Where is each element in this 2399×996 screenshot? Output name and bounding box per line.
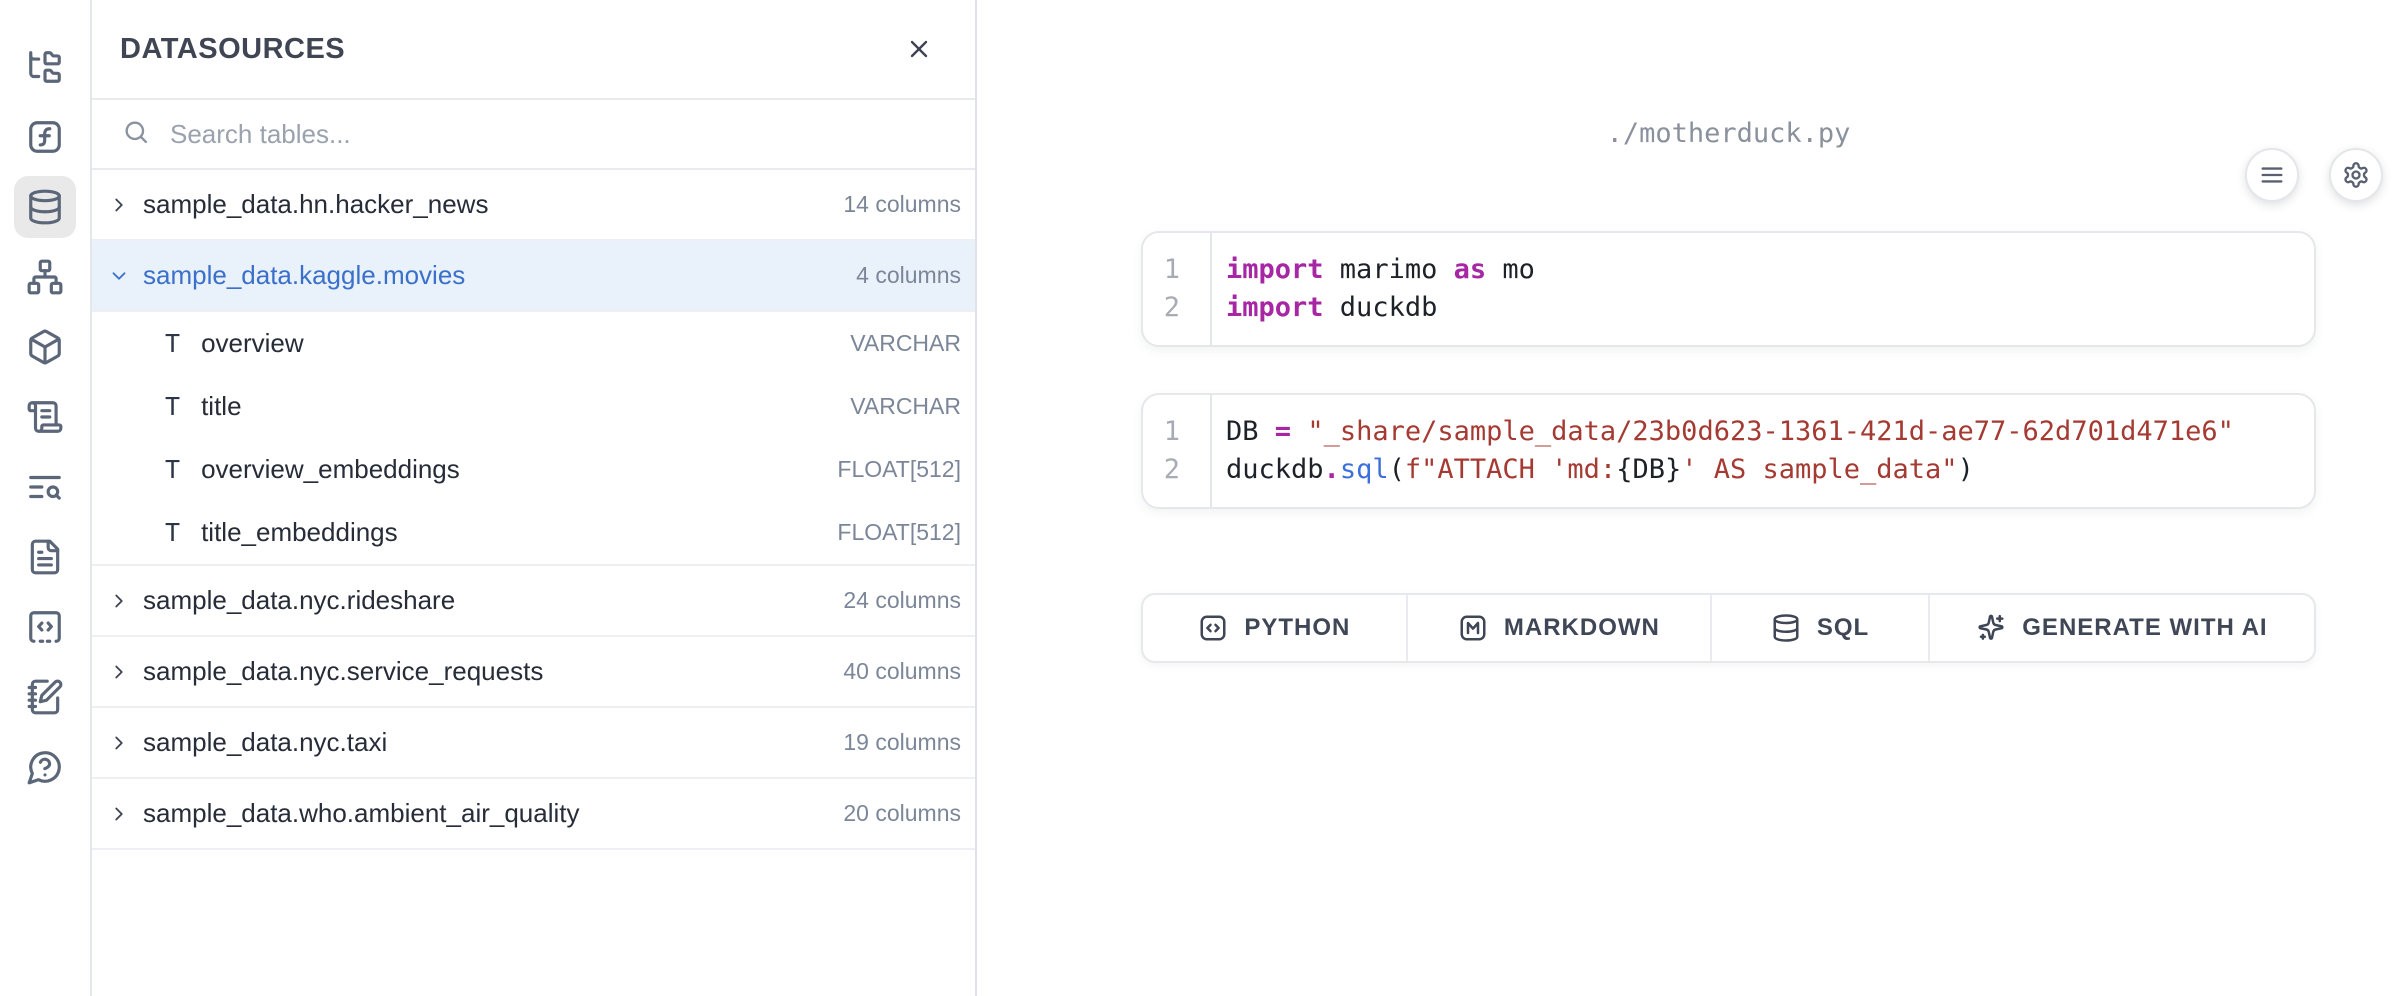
column-type: FLOAT[512] <box>837 519 961 546</box>
line-numbers: 12 <box>1143 395 1212 507</box>
square-m-icon <box>1458 613 1488 643</box>
menu-icon <box>2258 161 2286 189</box>
sidebar-item-scratchpad[interactable] <box>14 666 76 728</box>
column-count: 40 columns <box>843 658 961 685</box>
square-dashed-code-icon <box>26 608 64 646</box>
column-count: 14 columns <box>843 191 961 218</box>
sidebar-item-snippets[interactable] <box>14 596 76 658</box>
table-row[interactable]: sample_data.hn.hacker_news 14 columns <box>92 170 975 241</box>
add-cell-button-label: MARKDOWN <box>1504 614 1660 642</box>
sidebar-item-dependency-graph[interactable] <box>14 246 76 308</box>
table-name: sample_data.nyc.service_requests <box>143 656 543 687</box>
column-type-icon: T <box>165 329 180 358</box>
sidebar-item-variables[interactable] <box>14 106 76 168</box>
function-square-icon <box>26 118 64 156</box>
table-row[interactable]: sample_data.kaggle.movies 4 columns <box>92 241 975 312</box>
close-icon[interactable] <box>905 35 933 63</box>
column-name: title <box>201 391 241 422</box>
column-row[interactable]: T overview VARCHAR <box>92 312 975 375</box>
column-type-icon: T <box>165 392 180 421</box>
table-row[interactable]: sample_data.who.ambient_air_quality 20 c… <box>92 779 975 850</box>
text-search-icon <box>26 468 64 506</box>
database-icon <box>1771 613 1801 643</box>
chevron-right-icon <box>108 194 130 216</box>
chevron-right-icon <box>108 732 130 754</box>
add-cell-markdown-button[interactable]: MARKDOWN <box>1408 595 1712 661</box>
column-count: 24 columns <box>843 587 961 614</box>
datasources-panel: DATASOURCES sample_data.hn.hacker_news 1… <box>92 0 977 996</box>
code-cell[interactable]: 12 DB = "_share/sample_data/23b0d623-136… <box>1141 393 2316 509</box>
code-editor[interactable]: import marimo as mo import duckdb <box>1212 233 1535 345</box>
code-cell[interactable]: 12 import marimo as mo import duckdb <box>1141 231 2316 347</box>
page-title: DATASOURCES <box>120 33 345 66</box>
file-text-icon <box>26 538 64 576</box>
table-name: sample_data.nyc.taxi <box>143 727 387 758</box>
sidebar-item-outputs[interactable] <box>14 386 76 448</box>
datasources-panel-header: DATASOURCES <box>92 0 975 100</box>
notebook-pen-icon <box>26 678 64 716</box>
message-question-icon <box>26 748 64 786</box>
sparkles-icon <box>1976 613 2006 643</box>
column-type-icon: T <box>165 518 180 547</box>
chevron-right-icon <box>108 661 130 683</box>
add-cell-button-label: SQL <box>1817 614 1869 642</box>
column-count: 20 columns <box>843 800 961 827</box>
column-name: overview <box>201 328 304 359</box>
box-icon <box>26 328 64 366</box>
table-row[interactable]: sample_data.nyc.taxi 19 columns <box>92 708 975 779</box>
column-row[interactable]: T title VARCHAR <box>92 375 975 438</box>
gear-icon <box>2342 161 2370 189</box>
search-icon <box>122 118 150 151</box>
tables-tree: sample_data.hn.hacker_news 14 columns sa… <box>92 170 975 850</box>
column-type: VARCHAR <box>850 393 961 420</box>
add-cell-generate-with-ai-button[interactable]: GENERATE WITH AI <box>1930 595 2314 661</box>
table-name: sample_data.hn.hacker_news <box>143 189 488 220</box>
menu-button[interactable] <box>2245 148 2299 202</box>
column-row[interactable]: T overview_embeddings FLOAT[512] <box>92 438 975 501</box>
sidebar-item-logs[interactable] <box>14 456 76 518</box>
settings-button[interactable] <box>2329 148 2383 202</box>
column-row[interactable]: T title_embeddings FLOAT[512] <box>92 501 975 564</box>
sidebar-item-documentation[interactable] <box>14 526 76 588</box>
helper-panel-rail <box>0 0 92 996</box>
notebook-area: ./motherduck.py 12 import marimo as mo i… <box>977 118 2399 996</box>
table-name: sample_data.kaggle.movies <box>143 260 465 291</box>
column-count: 19 columns <box>843 729 961 756</box>
search-input[interactable] <box>170 119 949 150</box>
add-cell-button-label: PYTHON <box>1244 614 1350 642</box>
sidebar-item-datasources[interactable] <box>14 176 76 238</box>
column-type-icon: T <box>165 455 180 484</box>
table-name: sample_data.nyc.rideshare <box>143 585 455 616</box>
network-icon <box>26 258 64 296</box>
table-row[interactable]: sample_data.nyc.rideshare 24 columns <box>92 566 975 637</box>
table-name: sample_data.who.ambient_air_quality <box>143 798 580 829</box>
add-cell-button-row: PYTHON MARKDOWN SQL GENERATE WITH AI <box>1141 593 2316 663</box>
add-cell-python-button[interactable]: PYTHON <box>1143 595 1408 661</box>
table-row[interactable]: sample_data.nyc.service_requests 40 colu… <box>92 637 975 708</box>
line-numbers: 12 <box>1143 233 1212 345</box>
scroll-text-icon <box>26 398 64 436</box>
folder-tree-icon <box>26 48 64 86</box>
column-name: title_embeddings <box>201 517 398 548</box>
add-cell-button-label: GENERATE WITH AI <box>2022 614 2267 642</box>
square-code-icon <box>1198 613 1228 643</box>
add-cell-sql-button[interactable]: SQL <box>1712 595 1930 661</box>
notebook-filename: ./motherduck.py <box>1141 118 2316 149</box>
column-name: overview_embeddings <box>201 454 460 485</box>
table-search-row <box>92 100 975 170</box>
chevron-right-icon <box>108 590 130 612</box>
sidebar-item-packages[interactable] <box>14 316 76 378</box>
sidebar-item-file-explorer[interactable] <box>14 36 76 98</box>
chevron-right-icon <box>108 803 130 825</box>
chevron-down-icon <box>108 265 130 287</box>
column-type: VARCHAR <box>850 330 961 357</box>
column-type: FLOAT[512] <box>837 456 961 483</box>
code-editor[interactable]: DB = "_share/sample_data/23b0d623-1361-4… <box>1212 395 2234 507</box>
database-icon <box>26 188 64 226</box>
column-count: 4 columns <box>856 262 961 289</box>
sidebar-item-help[interactable] <box>14 736 76 798</box>
top-actions <box>2245 148 2383 202</box>
